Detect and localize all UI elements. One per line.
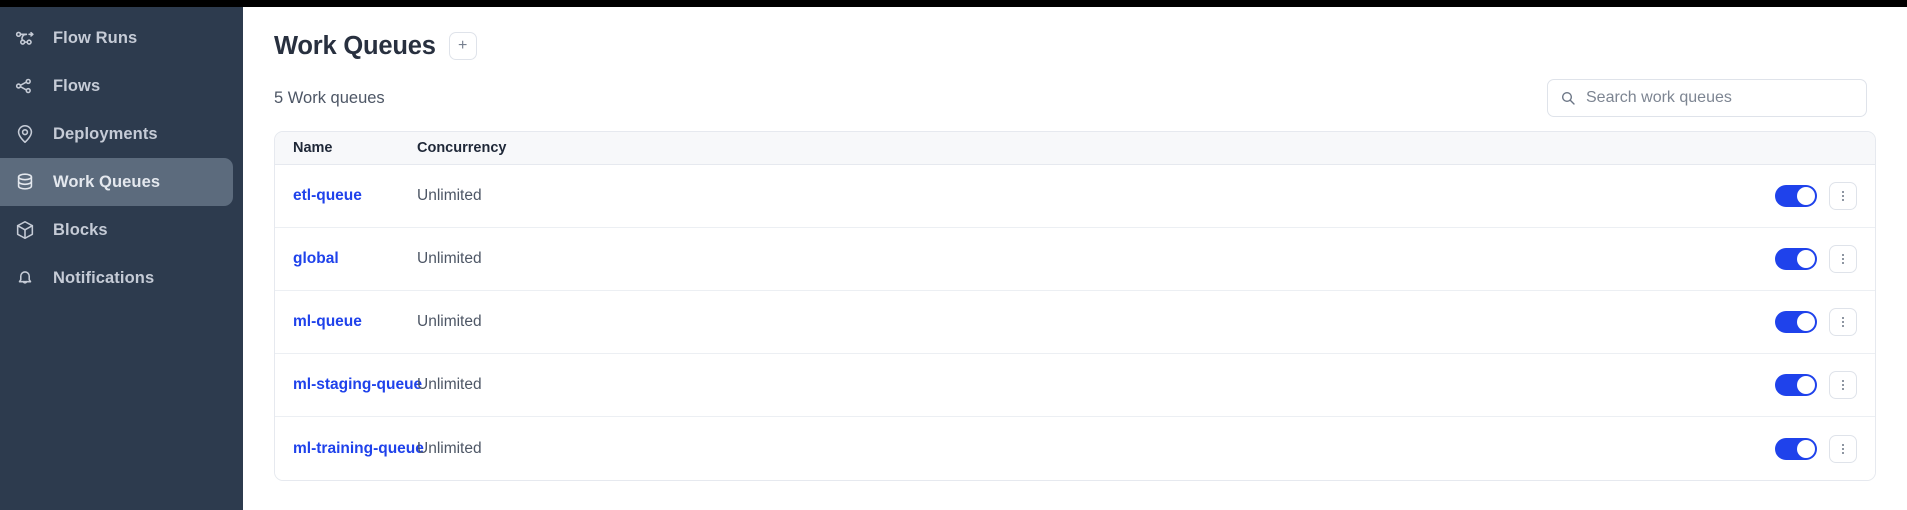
kebab-menu-icon[interactable] — [1829, 434, 1857, 463]
main-content: Work Queues + 5 Work queues Name Concurr… — [243, 7, 1907, 510]
work-queue-link[interactable]: ml-staging-queue — [293, 376, 422, 394]
work-queue-toggle[interactable] — [1775, 185, 1817, 207]
table-row[interactable]: global Unlimited — [275, 228, 1875, 291]
page-header: Work Queues + — [274, 7, 1867, 69]
toggle-knob — [1797, 439, 1815, 458]
sidebar-item-label: Work Queues — [53, 172, 161, 191]
flows-icon — [14, 75, 36, 97]
flow-runs-icon — [14, 27, 36, 49]
work-queue-link[interactable]: etl-queue — [293, 187, 417, 205]
add-work-queue-button[interactable]: + — [448, 32, 477, 60]
work-queue-link[interactable]: global — [293, 250, 417, 268]
sidebar-item-blocks[interactable]: Blocks — [0, 206, 233, 254]
kebab-menu-icon[interactable] — [1829, 182, 1857, 210]
column-header-name: Name — [293, 140, 333, 156]
search-input[interactable] — [1586, 89, 1866, 107]
work-queue-concurrency: Unlimited — [417, 439, 482, 457]
table-row[interactable]: ml-queue Unlimited — [275, 291, 1875, 354]
kebab-menu-icon[interactable] — [1829, 245, 1857, 273]
sidebar-item-label: Flow Runs — [53, 28, 138, 47]
work-queue-toggle[interactable] — [1775, 374, 1817, 396]
work-queue-count: 5 Work queues — [274, 88, 385, 107]
sidebar-item-flows[interactable]: Flows — [0, 62, 233, 110]
work-queue-concurrency: Unlimited — [417, 313, 482, 330]
kebab-menu-icon[interactable] — [1829, 308, 1857, 336]
sidebar-item-label: Flows — [53, 76, 101, 95]
sidebar-item-flow-runs[interactable]: Flow Runs — [0, 14, 233, 62]
work-queues-icon — [14, 171, 36, 193]
sidebar-item-notifications[interactable]: Notifications — [0, 254, 233, 302]
table-row[interactable]: etl-queue Unlimited — [275, 165, 1875, 228]
work-queue-concurrency: Unlimited — [417, 187, 482, 204]
row-actions — [1775, 434, 1857, 463]
browser-top-bar — [0, 0, 1907, 7]
toggle-knob — [1797, 187, 1815, 205]
work-queue-concurrency: Unlimited — [417, 250, 482, 267]
toggle-knob — [1797, 313, 1815, 331]
deployments-icon — [14, 123, 36, 145]
row-actions — [1775, 245, 1857, 273]
sidebar-item-deployments[interactable]: Deployments — [0, 110, 233, 158]
blocks-icon — [14, 219, 36, 241]
search-work-queues[interactable] — [1547, 79, 1867, 117]
sidebar-item-label: Notifications — [53, 268, 155, 287]
work-queue-toggle[interactable] — [1775, 311, 1817, 333]
kebab-menu-icon[interactable] — [1829, 371, 1857, 399]
row-actions — [1775, 182, 1857, 210]
row-actions — [1775, 371, 1857, 399]
table-row[interactable]: ml-training-queue Unlimited — [275, 417, 1875, 480]
toggle-knob — [1797, 250, 1815, 268]
page-title: Work Queues — [274, 31, 436, 60]
work-queue-toggle[interactable] — [1775, 248, 1817, 270]
sidebar-item-label: Blocks — [53, 220, 108, 239]
row-actions — [1775, 308, 1857, 336]
sidebar-item-work-queues[interactable]: Work Queues — [0, 158, 233, 206]
search-icon — [1560, 90, 1576, 106]
sidebar-item-label: Deployments — [53, 124, 158, 143]
table-row[interactable]: ml-staging-queue Unlimited — [275, 354, 1875, 417]
work-queue-link[interactable]: ml-training-queue — [293, 440, 424, 458]
toggle-knob — [1797, 376, 1815, 394]
app-root: Flow Runs Flows Deployments Work Queues … — [0, 0, 1907, 510]
work-queue-link[interactable]: ml-queue — [293, 313, 417, 331]
column-header-concurrency: Concurrency — [417, 140, 507, 156]
subheader-row: 5 Work queues — [274, 69, 1867, 127]
work-queues-table: Name Concurrency etl-queue Unlimited glo… — [274, 131, 1876, 481]
sidebar: Flow Runs Flows Deployments Work Queues … — [0, 7, 243, 510]
table-header-row: Name Concurrency — [275, 132, 1875, 165]
bell-icon — [14, 267, 36, 289]
work-queue-toggle[interactable] — [1775, 437, 1817, 460]
work-queue-concurrency: Unlimited — [417, 376, 482, 393]
